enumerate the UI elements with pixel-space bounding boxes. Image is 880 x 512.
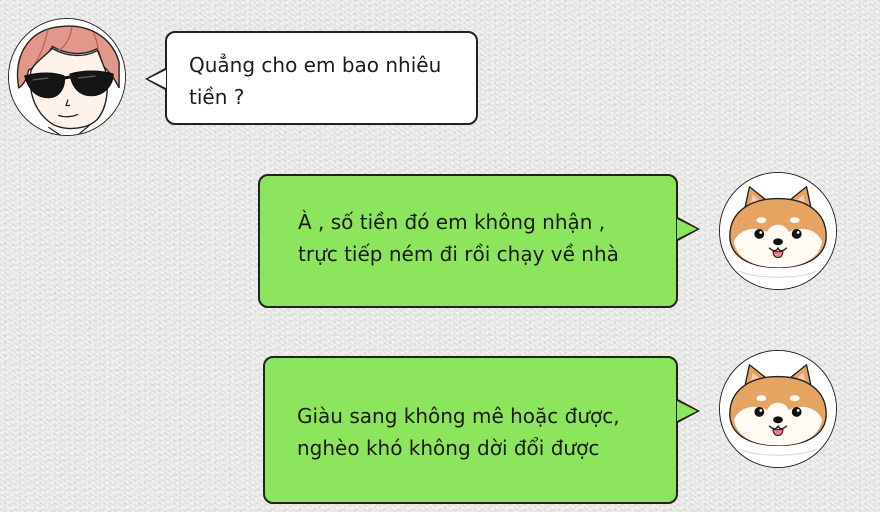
message-bubble-outgoing: À , số tiền đó em không nhận , trực tiếp… (258, 174, 700, 308)
guy-sunglasses-avatar-icon (8, 18, 126, 136)
message-line: nghèo khó không dời đổi được (297, 436, 600, 460)
message-bubble-outgoing: Giàu sang không mê hoặc được, nghèo khó … (263, 356, 700, 504)
bubble-tail (145, 67, 167, 91)
message-line: trực tiếp ném đi rồi chạy về nhà (298, 242, 619, 266)
message-line: Quẳng cho em bao nhiêu (189, 53, 442, 77)
shiba-dog-avatar-icon (719, 350, 837, 468)
shiba-dog-avatar-icon (719, 172, 837, 290)
message-line: Giàu sang không mê hoặc được, (297, 404, 620, 428)
message-line: tiền ? (189, 85, 245, 109)
message-bubble-incoming: Quẳng cho em bao nhiêu tiền ? (145, 31, 478, 125)
message-line: À , số tiền đó em không nhận , (298, 210, 606, 234)
bubble-tail (676, 216, 700, 242)
shiba-dog-drawing (720, 173, 836, 289)
shiba-dog-drawing (720, 351, 836, 467)
bubble-tail (676, 398, 700, 424)
guy-sunglasses-drawing (9, 19, 125, 135)
